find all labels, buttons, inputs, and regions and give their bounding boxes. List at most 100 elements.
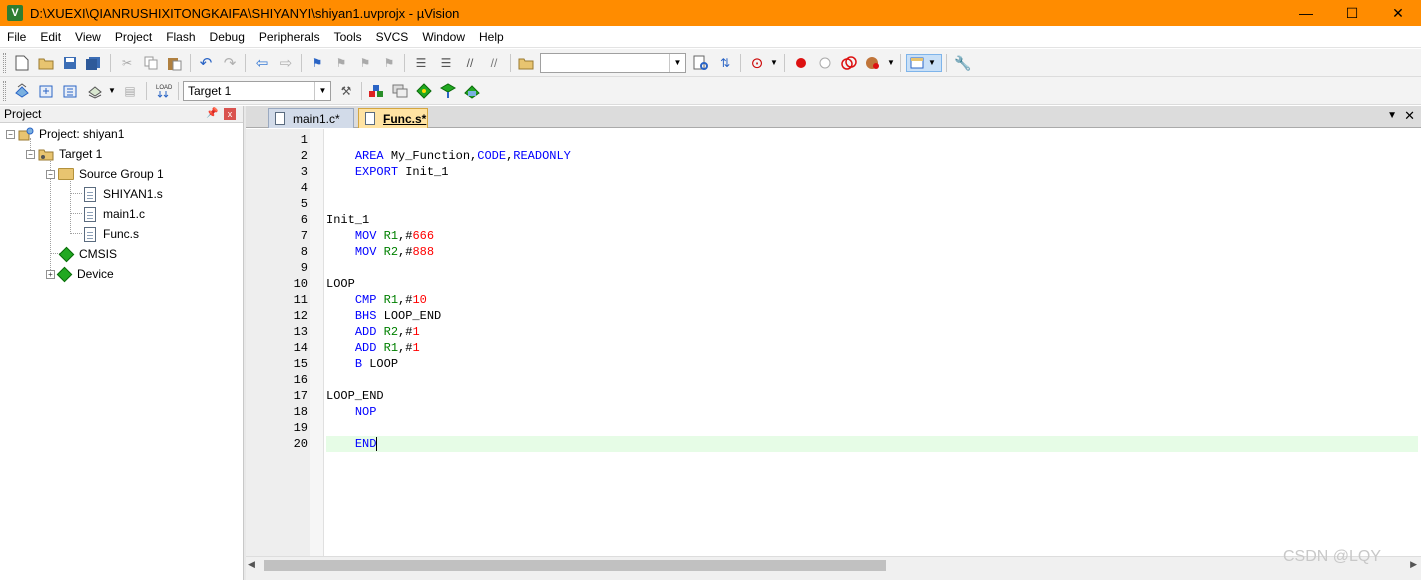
target-select[interactable]: Target 1 ▼ bbox=[183, 81, 331, 101]
tab-main1-c[interactable]: main1.c* bbox=[268, 108, 354, 128]
menu-file[interactable]: File bbox=[0, 26, 33, 48]
code-line[interactable]: 20 END bbox=[246, 436, 1421, 452]
find-combo[interactable]: ▼ bbox=[540, 53, 686, 73]
close-window-button[interactable]: ✕ bbox=[1375, 0, 1421, 26]
unindent-icon[interactable]: ☰ bbox=[437, 54, 455, 72]
select-software-packs-icon[interactable] bbox=[391, 82, 409, 100]
uncomment-icon[interactable]: // bbox=[485, 54, 503, 72]
code-line[interactable]: 4 bbox=[246, 180, 1421, 196]
kill-all-breakpoints-icon[interactable] bbox=[864, 54, 882, 72]
code-line[interactable]: 19 bbox=[246, 420, 1421, 436]
expand-icon[interactable]: + bbox=[46, 269, 55, 279]
toolbar-grip[interactable] bbox=[3, 81, 6, 101]
menu-project[interactable]: Project bbox=[108, 26, 159, 48]
code-line[interactable]: 8 MOV R2,#888 bbox=[246, 244, 1421, 260]
collapse-icon[interactable]: − bbox=[6, 129, 15, 139]
menu-flash[interactable]: Flash bbox=[159, 26, 202, 48]
code-line[interactable]: 9 bbox=[246, 260, 1421, 276]
tree-node-file-main1[interactable]: main1.c bbox=[82, 204, 145, 224]
code-line[interactable]: 10 LOOP bbox=[246, 276, 1421, 292]
close-tab-icon[interactable]: ✕ bbox=[1404, 108, 1415, 124]
collapse-icon[interactable]: − bbox=[26, 149, 35, 159]
previous-bookmark-icon[interactable]: ⚑ bbox=[332, 54, 350, 72]
tree-node-target[interactable]: − Target 1 bbox=[26, 144, 102, 164]
chevron-down-icon[interactable]: ▼ bbox=[887, 58, 895, 67]
tree-node-file-shiyan1[interactable]: SHIYAN1.s bbox=[82, 184, 163, 204]
code-line[interactable]: 18 NOP bbox=[246, 404, 1421, 420]
code-line[interactable]: 12 BHS LOOP_END bbox=[246, 308, 1421, 324]
pack-installer-alt-icon[interactable] bbox=[463, 82, 481, 100]
code-line[interactable]: 15 B LOOP bbox=[246, 356, 1421, 372]
tree-node-file-func[interactable]: Func.s bbox=[82, 224, 139, 244]
code-line[interactable]: 17 LOOP_END bbox=[246, 388, 1421, 404]
menu-debug[interactable]: Debug bbox=[203, 26, 252, 48]
indent-icon[interactable]: ☰ bbox=[412, 54, 430, 72]
tree-node-project[interactable]: − Project: shiyan1 bbox=[6, 124, 124, 144]
code-line[interactable]: 1 bbox=[246, 132, 1421, 148]
code-line[interactable]: 6 Init_1 bbox=[246, 212, 1421, 228]
copy-icon[interactable] bbox=[142, 54, 160, 72]
code-line[interactable]: 16 bbox=[246, 372, 1421, 388]
tree-node-cmsis[interactable]: CMSIS bbox=[58, 244, 117, 264]
enable-breakpoint-icon[interactable] bbox=[816, 54, 834, 72]
tree-node-device[interactable]: + Device bbox=[46, 264, 114, 284]
menu-edit[interactable]: Edit bbox=[33, 26, 68, 48]
menu-help[interactable]: Help bbox=[472, 26, 511, 48]
chevron-down-icon[interactable]: ▼ bbox=[314, 82, 330, 100]
insert-breakpoint-icon[interactable] bbox=[792, 54, 810, 72]
download-load-icon[interactable]: LOAD bbox=[155, 82, 173, 100]
scroll-left-icon[interactable]: ◀ bbox=[248, 559, 255, 570]
incremental-find-icon[interactable]: ⇅ bbox=[716, 54, 734, 72]
configure-wrench-icon[interactable]: 🔧 bbox=[954, 54, 972, 72]
menu-peripherals[interactable]: Peripherals bbox=[252, 26, 327, 48]
rebuild-icon[interactable] bbox=[61, 82, 79, 100]
navigate-forward-icon[interactable]: ⇨ bbox=[277, 54, 295, 72]
clear-bookmarks-icon[interactable]: ⚑ bbox=[380, 54, 398, 72]
cut-icon[interactable]: ✂ bbox=[118, 54, 136, 72]
tree-node-source-group[interactable]: − Source Group 1 bbox=[46, 164, 164, 184]
collapse-icon[interactable]: − bbox=[46, 169, 55, 179]
scrollbar-thumb[interactable] bbox=[264, 560, 886, 571]
save-all-icon[interactable] bbox=[84, 54, 102, 72]
chevron-down-icon[interactable]: ▼ bbox=[108, 86, 116, 95]
code-line[interactable]: 11 CMP R1,#10 bbox=[246, 292, 1421, 308]
code-line[interactable]: 5 bbox=[246, 196, 1421, 212]
undo-icon[interactable]: ↶ bbox=[197, 54, 215, 72]
minimize-button[interactable]: — bbox=[1283, 0, 1329, 26]
find-in-files-icon[interactable] bbox=[517, 54, 535, 72]
menu-tools[interactable]: Tools bbox=[327, 26, 369, 48]
manage-rte-icon[interactable] bbox=[415, 82, 433, 100]
menu-view[interactable]: View bbox=[68, 26, 108, 48]
code-line[interactable]: 2 AREA My_Function,CODE,READONLY bbox=[246, 148, 1421, 164]
pack-installer-icon[interactable] bbox=[439, 82, 457, 100]
find-icon[interactable] bbox=[692, 54, 710, 72]
scroll-right-icon[interactable]: ▶ bbox=[1410, 559, 1417, 570]
menu-window[interactable]: Window bbox=[415, 26, 472, 48]
code-line[interactable]: 14 ADD R1,#1 bbox=[246, 340, 1421, 356]
code-line[interactable]: 3 EXPORT Init_1 bbox=[246, 164, 1421, 180]
debug-session-icon[interactable]: ⊙ bbox=[748, 54, 766, 72]
comment-icon[interactable]: // bbox=[461, 54, 479, 72]
maximize-button[interactable]: ☐ bbox=[1329, 0, 1375, 26]
tab-list-dropdown-icon[interactable]: ▼ bbox=[1387, 110, 1397, 121]
code-line[interactable]: 7 MOV R1,#666 bbox=[246, 228, 1421, 244]
open-file-icon[interactable] bbox=[37, 54, 55, 72]
project-panel-close-button[interactable]: x bbox=[224, 108, 236, 120]
pin-icon[interactable]: 📌 bbox=[206, 108, 218, 119]
insert-bookmark-icon[interactable]: ⚑ bbox=[308, 54, 326, 72]
build-icon[interactable] bbox=[37, 82, 55, 100]
paste-icon[interactable] bbox=[165, 54, 183, 72]
new-file-icon[interactable] bbox=[13, 54, 31, 72]
next-bookmark-icon[interactable]: ⚑ bbox=[356, 54, 374, 72]
save-icon[interactable] bbox=[61, 54, 79, 72]
options-for-target-icon[interactable]: ⚒ bbox=[337, 82, 355, 100]
manage-project-items-icon[interactable] bbox=[367, 82, 385, 100]
chevron-down-icon[interactable]: ▼ bbox=[669, 54, 685, 72]
tab-func-s[interactable]: Func.s* bbox=[358, 108, 428, 128]
translate-icon[interactable] bbox=[13, 82, 31, 100]
stop-build-icon[interactable]: ▤ bbox=[121, 82, 139, 100]
navigate-back-icon[interactable]: ⇦ bbox=[253, 54, 271, 72]
batch-build-icon[interactable] bbox=[86, 82, 104, 100]
horizontal-scrollbar[interactable]: ◀ ▶ bbox=[246, 556, 1421, 573]
redo-icon[interactable]: ↷ bbox=[221, 54, 239, 72]
